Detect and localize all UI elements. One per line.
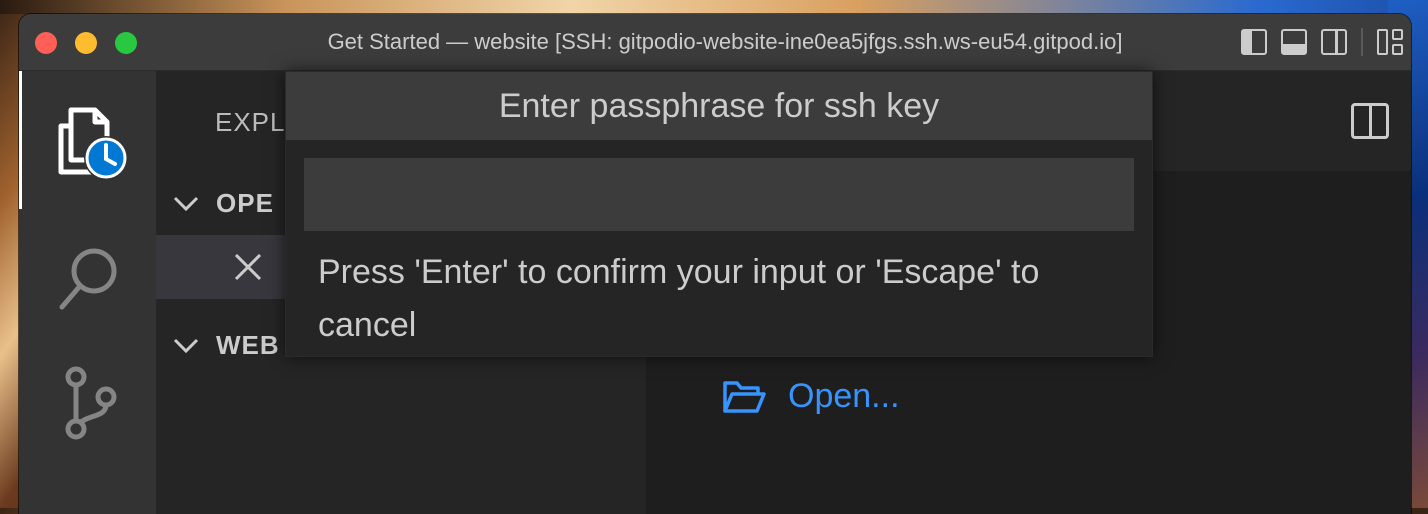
chevron-down-icon [156,189,216,217]
activity-search[interactable] [19,219,156,339]
customize-layout-icon[interactable] [1377,29,1403,55]
quick-input-dialog: Enter passphrase for ssh key Press 'Ente… [285,71,1153,357]
window-title: Get Started — website [SSH: gitpodio-web… [327,29,1123,54]
folder-open-icon [723,380,766,413]
desktop-wallpaper-top [0,0,1428,14]
source-control-icon [65,366,116,440]
passphrase-input[interactable] [304,158,1134,231]
layout-controls [1241,28,1403,56]
toggle-primary-sidebar-icon[interactable] [1241,29,1267,55]
files-icon [58,107,128,180]
toggle-panel-icon[interactable] [1281,29,1307,55]
open-folder-link[interactable]: Open... [722,377,900,416]
split-editor-icon[interactable] [1351,103,1389,139]
search-icon [59,248,116,310]
sidebar-title: EXPL [215,107,286,137]
activity-explorer[interactable] [19,81,156,201]
close-icon[interactable] [234,253,262,281]
section-label: OPE [216,187,274,218]
quick-input-message: Press 'Enter' to confirm your input or '… [318,253,1040,344]
section-label: WEB [216,329,280,360]
open-link-label: Open... [788,377,900,415]
activity-source-control[interactable] [19,343,156,463]
title-bar: Get Started — website [SSH: gitpodio-web… [19,14,1411,71]
activity-bar [19,71,156,514]
quick-input-title: Enter passphrase for ssh key [286,72,1152,140]
layout-separator [1361,28,1363,56]
chevron-down-icon [156,331,216,359]
toggle-secondary-sidebar-icon[interactable] [1321,29,1347,55]
